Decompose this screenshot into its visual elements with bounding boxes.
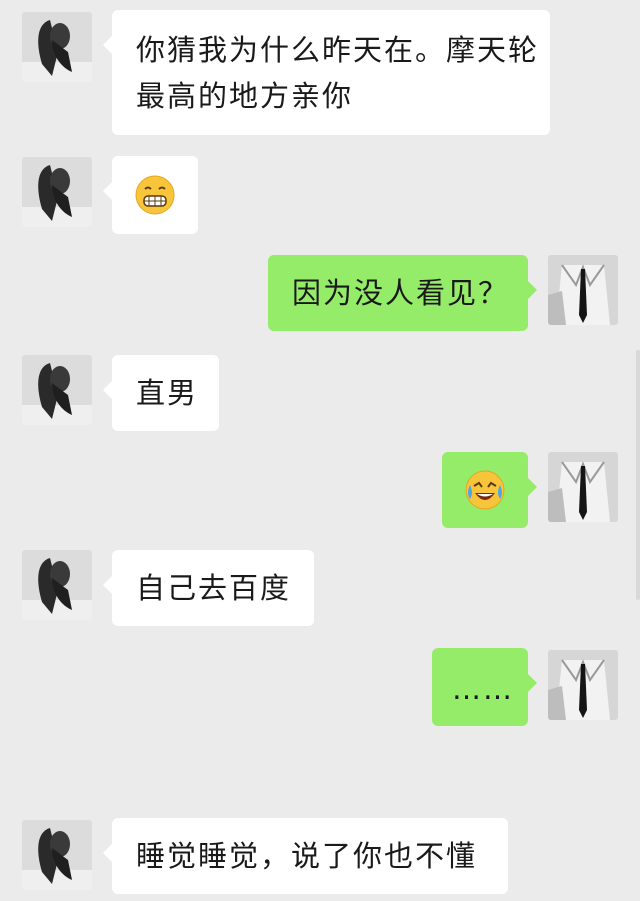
- message-row: [0, 145, 640, 245]
- contact-avatar[interactable]: [22, 355, 92, 425]
- message-row: 自己去百度: [0, 540, 640, 640]
- message-row: 你猜我为什么昨天在。摩天轮最高的地方亲你: [0, 0, 640, 140]
- man-in-tie-avatar-icon: [548, 452, 618, 522]
- message-text: 你猜我为什么昨天在。摩天轮最高的地方亲你: [136, 33, 540, 113]
- grinning-face-emoji-icon: [135, 175, 175, 215]
- message-bubble-incoming: [103, 156, 198, 234]
- message-row: [0, 440, 640, 540]
- girl-avatar-icon: [22, 550, 92, 620]
- message-text: 自己去百度: [136, 571, 292, 605]
- man-in-tie-avatar-icon: [548, 650, 618, 720]
- message-row: ……: [0, 638, 640, 738]
- message-text: 睡觉睡觉，说了你也不懂: [136, 839, 478, 873]
- message-text: 因为没人看见？: [292, 276, 510, 310]
- message-text: ……: [452, 672, 514, 706]
- girl-avatar-icon: [22, 157, 92, 227]
- contact-avatar[interactable]: [22, 12, 92, 82]
- contact-avatar[interactable]: [22, 157, 92, 227]
- self-avatar[interactable]: [548, 452, 618, 522]
- message-bubble-incoming: 你猜我为什么昨天在。摩天轮最高的地方亲你: [103, 10, 550, 135]
- girl-avatar-icon: [22, 820, 92, 890]
- message-bubble-incoming: 睡觉睡觉，说了你也不懂: [103, 818, 508, 894]
- message-bubble-incoming: 直男: [103, 355, 219, 431]
- message-bubble-outgoing: [442, 452, 537, 528]
- contact-avatar[interactable]: [22, 550, 92, 620]
- message-row: 睡觉睡觉，说了你也不懂: [0, 808, 640, 901]
- girl-avatar-icon: [22, 355, 92, 425]
- chat-area: 你猜我为什么昨天在。摩天轮最高的地方亲你 因为没人看见？ 直男 自己去百度 ………: [0, 0, 640, 901]
- contact-avatar[interactable]: [22, 820, 92, 890]
- self-avatar[interactable]: [548, 255, 618, 325]
- self-avatar[interactable]: [548, 650, 618, 720]
- message-bubble-outgoing: 因为没人看见？: [268, 255, 537, 331]
- message-text: 直男: [136, 376, 199, 410]
- girl-avatar-icon: [22, 12, 92, 82]
- man-in-tie-avatar-icon: [548, 255, 618, 325]
- face-with-tears-of-joy-emoji-icon: [465, 470, 505, 510]
- scrollbar[interactable]: [636, 350, 640, 600]
- message-bubble-incoming: 自己去百度: [103, 550, 314, 626]
- message-row: 直男: [0, 345, 640, 445]
- message-row: 因为没人看见？: [0, 245, 640, 345]
- message-bubble-outgoing: ……: [432, 648, 537, 726]
